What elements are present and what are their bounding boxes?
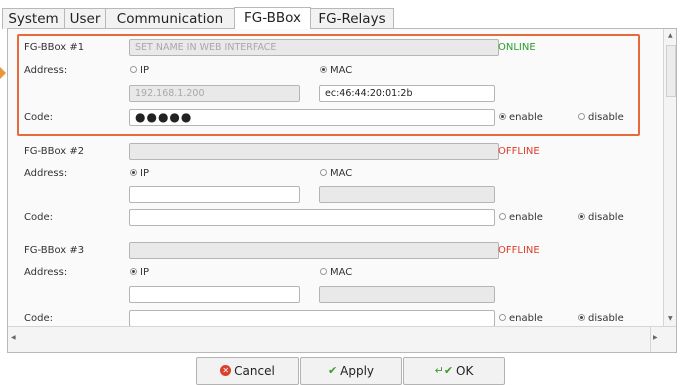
scroll-up-icon[interactable]: ▲ <box>668 32 673 39</box>
scroll-right-icon[interactable]: ▶ <box>653 334 658 341</box>
bbox-2-code-label: Code: <box>24 212 53 223</box>
vertical-scroll-thumb[interactable] <box>666 45 676 97</box>
bbox-1-code-row: Code: ●●●●● enable disable <box>8 109 663 129</box>
scrollbar-separator <box>650 327 651 352</box>
bbox-3-address-values-row <box>8 286 663 306</box>
bbox-2-ip-radio[interactable]: IP <box>130 168 149 179</box>
scroll-down-icon[interactable]: ▼ <box>668 315 673 322</box>
bbox-1-enable-label: enable <box>509 112 543 123</box>
bbox-3-mac-field <box>319 286 495 303</box>
cancel-circle-icon: ✕ <box>220 365 232 376</box>
bbox-2-address-label: Address: <box>24 168 68 179</box>
ok-button-label: OK <box>456 364 474 378</box>
bbox-1-name-field: SET NAME IN WEB INTERFACE <box>129 39 499 56</box>
radio-off-icon <box>320 168 327 176</box>
bbox-1-address-values-row: 192.168.1.200 ec:46:44:20:01:2b <box>8 85 663 105</box>
radio-off-icon <box>130 65 137 73</box>
bbox-2-title: FG-BBox #2 <box>24 146 85 157</box>
bbox-1-ip-radio[interactable]: IP <box>130 65 149 76</box>
radio-on-icon <box>130 267 137 275</box>
bbox-2-address-values-row <box>8 186 663 206</box>
bbox-1-status: ONLINE <box>498 42 536 53</box>
apply-button[interactable]: ✔ Apply <box>300 357 402 385</box>
bbox-2-enable-radio[interactable]: enable <box>499 212 543 223</box>
bbox-1-title: FG-BBox #1 <box>24 42 85 53</box>
bbox-1-mac-radio[interactable]: MAC <box>320 65 352 76</box>
bbox-2-mac-field <box>319 186 495 203</box>
bbox-3-address-label: Address: <box>24 267 68 278</box>
bbox-3-ip-field[interactable] <box>129 286 300 303</box>
bbox-2-mac-label: MAC <box>330 168 353 179</box>
scroll-left-icon[interactable]: ◀ <box>11 334 16 341</box>
tab-communication[interactable]: Communication <box>105 8 235 29</box>
bbox-1-enable-radio[interactable]: enable <box>499 112 543 123</box>
bbox-1-code-field[interactable]: ●●●●● <box>129 109 495 126</box>
bbox-3-code-label: Code: <box>24 313 53 324</box>
cancel-button[interactable]: ✕ Cancel <box>196 357 299 385</box>
bbox-2-ip-field[interactable] <box>129 186 300 203</box>
bbox-1-mac-label: MAC <box>330 65 353 76</box>
bbox-3-mac-label: MAC <box>330 267 353 278</box>
bbox-1-ip-field: 192.168.1.200 <box>129 85 300 102</box>
vertical-scrollbar[interactable]: ▲ ▼ <box>663 29 676 326</box>
ok-button[interactable]: ↵✔ OK <box>403 357 505 385</box>
bbox-1-code-label: Code: <box>24 112 53 123</box>
bbox-settings-panel: FG-BBox #1 SET NAME IN WEB INTERFACE ONL… <box>7 28 677 353</box>
radio-off-icon <box>578 112 585 120</box>
radio-on-icon <box>578 212 585 220</box>
apply-button-label: Apply <box>340 364 375 378</box>
bbox-1-ip-label: IP <box>140 65 149 76</box>
bbox-3-disable-radio[interactable]: disable <box>578 313 624 324</box>
bbox-3-address-row: Address: IP MAC <box>8 264 663 284</box>
bbox-1-address-row: Address: IP MAC <box>8 62 663 82</box>
bbox-2-code-row: Code: enable disable <box>8 209 663 229</box>
bbox-3-enable-radio[interactable]: enable <box>499 313 543 324</box>
bbox-1-header-row: FG-BBox #1 SET NAME IN WEB INTERFACE ONL… <box>8 39 663 59</box>
bbox-2-name-field <box>129 143 499 160</box>
bbox-1-disable-radio[interactable]: disable <box>578 112 624 123</box>
tab-system[interactable]: System <box>2 8 65 29</box>
radio-on-icon <box>130 168 137 176</box>
tab-fg-relays[interactable]: FG-Relays <box>310 8 394 29</box>
bbox-2-disable-label: disable <box>588 212 624 223</box>
checkmark-icon: ✔ <box>327 363 338 377</box>
bbox-3-title: FG-BBox #3 <box>24 245 85 256</box>
radio-off-icon <box>499 313 506 321</box>
bbox-2-address-row: Address: IP MAC <box>8 165 663 185</box>
bbox-2-status: OFFLINE <box>498 146 540 157</box>
bbox-3-disable-label: disable <box>588 313 624 324</box>
cancel-button-label: Cancel <box>234 364 275 378</box>
tab-fg-bbox[interactable]: FG-BBox <box>234 7 311 29</box>
bbox-1-disable-label: disable <box>588 112 624 123</box>
tab-user[interactable]: User <box>64 8 106 29</box>
bbox-3-code-field[interactable] <box>129 310 495 327</box>
horizontal-scrollbar[interactable]: ◀ ▶ <box>8 326 676 352</box>
return-check-icon: ↵✔ <box>434 363 454 377</box>
bbox-2-enable-label: enable <box>509 212 543 223</box>
radio-on-icon <box>320 65 327 73</box>
bbox-2-header-row: FG-BBox #2 OFFLINE <box>8 143 663 163</box>
bbox-3-status: OFFLINE <box>498 245 540 256</box>
bbox-2-code-field[interactable] <box>129 209 495 226</box>
radio-off-icon <box>320 267 327 275</box>
pointer-arrow-icon <box>0 67 6 79</box>
bbox-3-name-field <box>129 242 499 259</box>
bbox-2-ip-label: IP <box>140 168 149 179</box>
bbox-3-ip-radio[interactable]: IP <box>130 267 149 278</box>
tab-bar: System User Communication FG-BBox FG-Rel… <box>0 0 686 29</box>
radio-off-icon <box>499 212 506 220</box>
bbox-2-disable-radio[interactable]: disable <box>578 212 624 223</box>
bbox-2-mac-radio[interactable]: MAC <box>320 168 352 179</box>
bbox-1-mac-field[interactable]: ec:46:44:20:01:2b <box>319 85 495 102</box>
radio-on-icon <box>499 112 506 120</box>
radio-on-icon <box>578 313 585 321</box>
bbox-3-ip-label: IP <box>140 267 149 278</box>
bbox-1-address-label: Address: <box>24 65 68 76</box>
bbox-3-enable-label: enable <box>509 313 543 324</box>
bbox-3-mac-radio[interactable]: MAC <box>320 267 352 278</box>
bbox-3-header-row: FG-BBox #3 OFFLINE <box>8 242 663 262</box>
